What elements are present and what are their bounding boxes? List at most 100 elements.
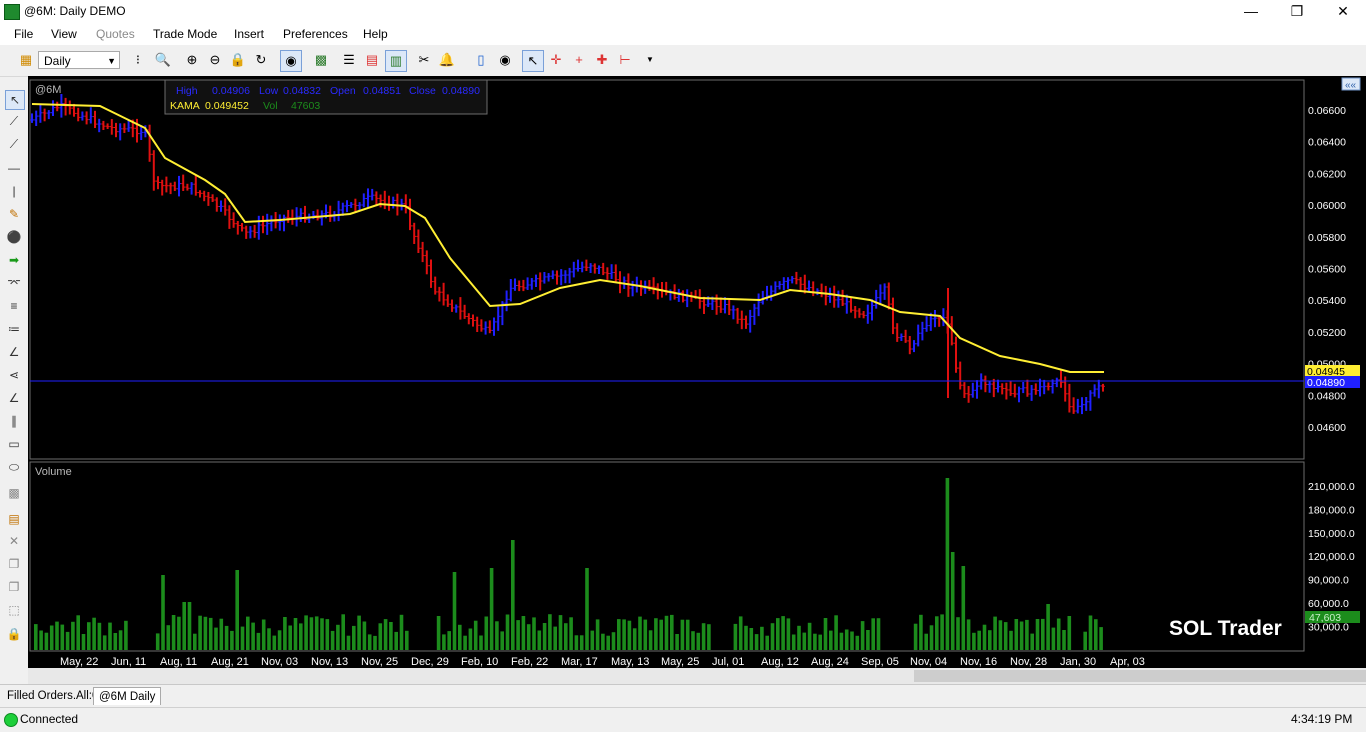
- volume-bar: [49, 625, 54, 650]
- volume-bar: [1019, 621, 1024, 650]
- eraser-icon[interactable]: ◉: [495, 50, 515, 70]
- volume-bars-icon[interactable]: ▥: [385, 50, 407, 72]
- volume-bar: [367, 634, 372, 650]
- menu-help[interactable]: Help: [363, 27, 388, 41]
- volume-bar: [542, 623, 547, 650]
- zoom-icon[interactable]: 🔍: [153, 50, 173, 70]
- price-tick-label: 0.05200: [1308, 327, 1346, 339]
- menu-view[interactable]: View: [51, 27, 77, 41]
- tab-filled-orders[interactable]: Filled Orders.All:0: [2, 687, 103, 705]
- date-tick-label: Nov, 28: [1010, 656, 1047, 668]
- crosshair-dot-icon[interactable]: ✚: [592, 50, 612, 70]
- refresh-icon[interactable]: ↻: [251, 50, 271, 70]
- volume-bar: [860, 621, 865, 650]
- toolbar-overflow-icon[interactable]: ▼: [640, 50, 660, 70]
- volume-bar: [166, 625, 171, 650]
- volume-bar: [829, 630, 833, 650]
- hierarchy-icon[interactable]: ☰: [339, 50, 359, 70]
- volume-bar: [1094, 619, 1098, 650]
- volume-bar: [458, 624, 462, 650]
- zoom-in-icon[interactable]: ⊕: [182, 50, 202, 70]
- cursor-mode-icon[interactable]: ◉: [280, 50, 302, 72]
- volume-bar: [1025, 619, 1029, 650]
- lock-icon[interactable]: 🔒: [228, 50, 248, 70]
- volume-bar: [913, 623, 918, 650]
- menu-preferences[interactable]: Preferences: [283, 27, 348, 41]
- crosshair-icon[interactable]: ✛: [546, 50, 566, 70]
- tab-6m-daily[interactable]: @6M Daily: [93, 687, 162, 705]
- volume-bar: [998, 620, 1003, 650]
- ohlc-tooltip: High 0.04906 Low 0.04832 Open 0.04851 Cl…: [164, 79, 488, 115]
- volume-bar: [611, 632, 616, 650]
- volume-pane-title: Volume: [35, 466, 72, 478]
- volume-bar: [781, 616, 785, 650]
- chart-style-icon[interactable]: ▩: [311, 50, 331, 70]
- interval-select[interactable]: Daily ▼: [38, 51, 120, 69]
- volume-bar: [304, 615, 308, 650]
- menu-trade-mode[interactable]: Trade Mode: [153, 27, 217, 41]
- pointer-icon[interactable]: ↖: [522, 50, 544, 72]
- menu-quotes[interactable]: Quotes: [96, 27, 135, 41]
- watermark-text: SOL Trader: [1169, 617, 1282, 640]
- crosshair-arrow-icon[interactable]: ⊢: [615, 50, 635, 70]
- volume-bar: [595, 619, 600, 650]
- volume-bar: [521, 616, 526, 650]
- tooltip-vol-label: Vol: [263, 100, 278, 112]
- color-bars-icon[interactable]: ▤: [362, 50, 382, 70]
- tooltip-low-value: 0.04832: [283, 85, 321, 97]
- volume-bar: [622, 619, 626, 650]
- volume-bar: [691, 631, 695, 650]
- price-tick-label: 0.06200: [1308, 168, 1346, 180]
- chart-canvas[interactable]: «« @6M Volume 0.06600 0.06400 0.06200 0.060…: [0, 76, 1366, 668]
- volume-bar: [516, 620, 520, 650]
- menu-insert[interactable]: Insert: [234, 27, 264, 41]
- volume-bar: [972, 632, 976, 650]
- volume-bar: [855, 635, 860, 650]
- alert-bell-icon[interactable]: 🔔: [437, 50, 457, 70]
- volume-bar: [966, 619, 971, 650]
- volume-bar: [754, 634, 759, 650]
- volume-bar: [118, 630, 123, 650]
- volume-bar: [214, 627, 218, 650]
- volume-bar: [1051, 627, 1056, 650]
- chart-scrollbar[interactable]: [28, 668, 1366, 684]
- price-tick-label: 0.06600: [1308, 105, 1346, 117]
- scissors-icon[interactable]: ✂: [414, 50, 434, 70]
- volume-bar: [1014, 619, 1019, 650]
- volume-bar: [1056, 618, 1061, 650]
- menu-bar: File View Quotes Trade Mode Insert Prefe…: [0, 23, 1366, 45]
- volume-bar: [500, 631, 504, 650]
- symbol-icon[interactable]: ▦: [16, 50, 36, 70]
- volume-bar: [219, 618, 224, 650]
- volume-bar: [256, 632, 261, 650]
- date-tick-label: Aug, 21: [211, 656, 249, 668]
- volume-bar: [261, 619, 266, 650]
- scrollbar-thumb[interactable]: [914, 670, 1366, 682]
- volume-bar: [548, 614, 552, 650]
- volume-bar: [844, 629, 849, 650]
- zoom-out-icon[interactable]: ⊖: [205, 50, 225, 70]
- price-tick-label: 0.04800: [1308, 390, 1346, 402]
- close-button[interactable]: ✕: [1320, 0, 1366, 23]
- minimize-button[interactable]: —: [1228, 0, 1274, 23]
- crosshair-plus-icon[interactable]: +: [569, 50, 589, 70]
- volume-bar: [341, 614, 345, 650]
- volume-bar: [108, 622, 112, 650]
- volume-bar: [203, 616, 208, 650]
- volume-bar: [988, 630, 992, 650]
- volume-bar: [1088, 615, 1093, 650]
- book-icon[interactable]: ▯: [471, 50, 491, 70]
- bar-type-icon[interactable]: ⁝: [128, 50, 148, 70]
- menu-file[interactable]: File: [14, 27, 33, 41]
- volume-bar: [813, 633, 817, 650]
- date-tick-label: Jun, 11: [111, 656, 146, 668]
- volume-bar: [177, 616, 181, 650]
- volume-bar: [654, 618, 658, 650]
- maximize-button[interactable]: ❐: [1274, 0, 1320, 23]
- date-tick-label: Jul, 01: [712, 656, 744, 668]
- volume-bar: [1046, 604, 1050, 650]
- volume-bar: [659, 619, 663, 650]
- volume-bar: [447, 631, 451, 650]
- volume-bar: [1062, 630, 1066, 650]
- volume-bar: [468, 628, 473, 650]
